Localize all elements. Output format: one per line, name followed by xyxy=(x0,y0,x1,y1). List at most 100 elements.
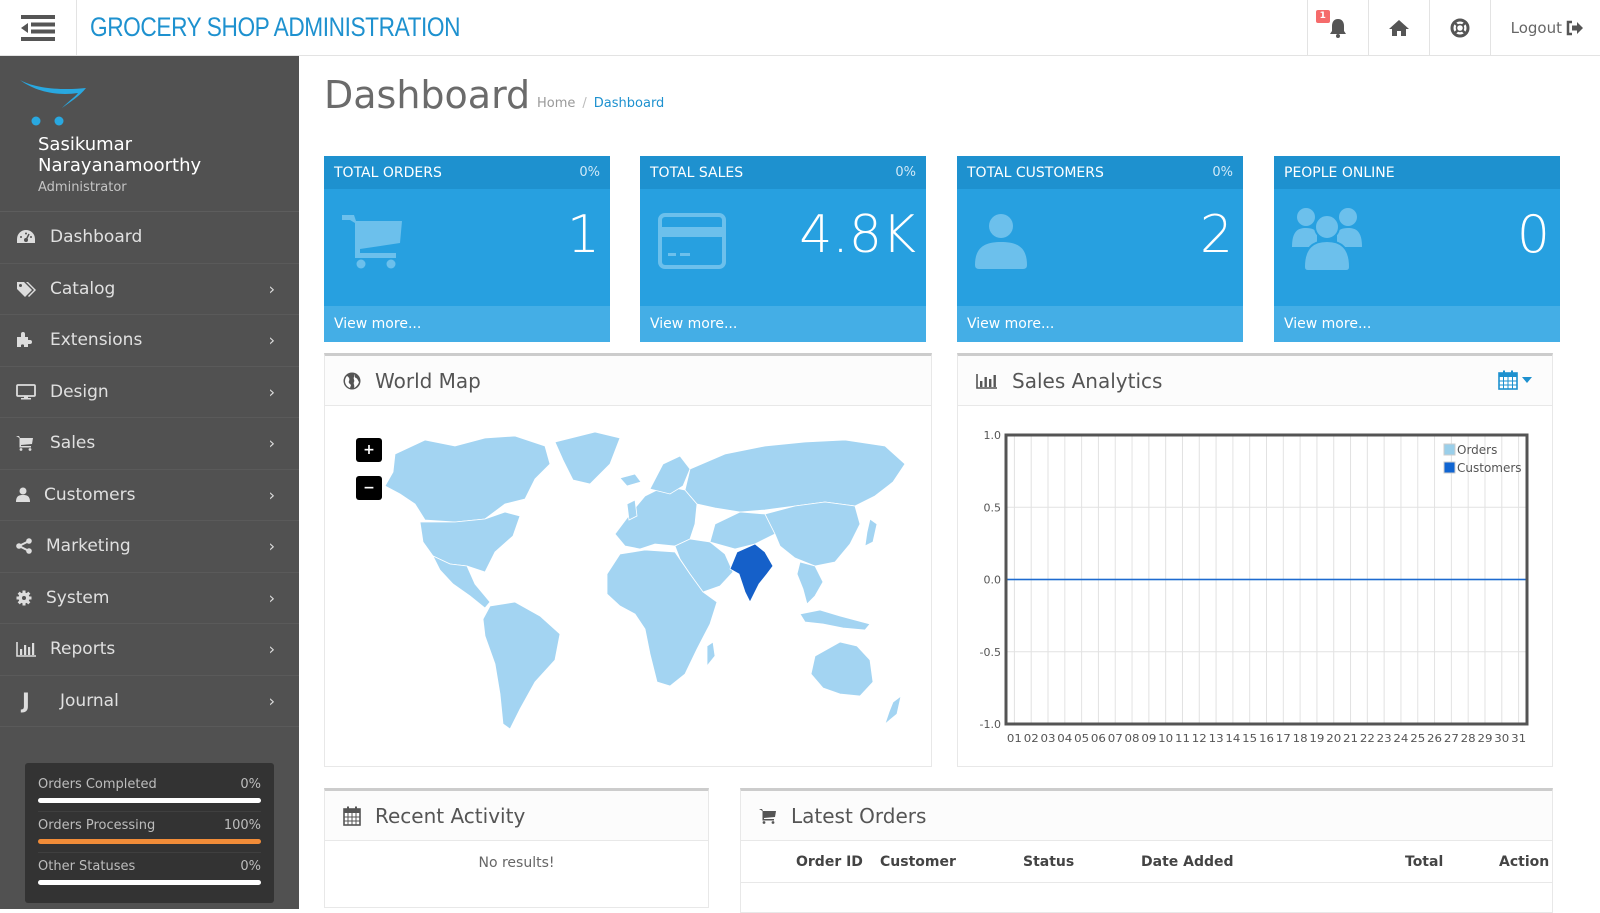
stat-value: 0% xyxy=(240,777,261,792)
chevron-right-icon: › xyxy=(268,536,275,556)
x-tick-label: 20 xyxy=(1326,732,1341,745)
progress-bar xyxy=(38,839,261,844)
sidebar-item-design[interactable]: Design › xyxy=(0,367,299,418)
column-header-date-added[interactable]: Date Added xyxy=(1141,854,1234,870)
page-title: Dashboard xyxy=(324,73,531,117)
home-icon xyxy=(1388,20,1409,36)
map-region-north-america-north[interactable] xyxy=(384,435,551,523)
map-region-uk[interactable] xyxy=(626,499,638,521)
sidebar-item-label: Catalog xyxy=(50,278,116,299)
x-tick-label: 11 xyxy=(1175,732,1190,745)
map-region-madagascar[interactable] xyxy=(706,641,716,668)
column-header-total[interactable]: Total xyxy=(1405,854,1443,870)
stat-value: 100% xyxy=(223,818,261,833)
calendar-icon xyxy=(1498,370,1518,390)
users-icon xyxy=(1292,208,1362,271)
view-more-link[interactable]: View more... xyxy=(640,306,926,342)
help-button[interactable] xyxy=(1428,0,1490,56)
map-region-australia[interactable] xyxy=(810,641,874,697)
sidebar-item-label: Design xyxy=(50,381,109,402)
tile-total-sales[interactable]: TOTAL SALES 0% 4.8K View more... xyxy=(640,156,926,342)
x-tick-label: 27 xyxy=(1444,732,1459,745)
y-tick-label: -0.5 xyxy=(980,646,1001,659)
map-region-greenland[interactable] xyxy=(554,431,621,485)
sidebar-item-marketing[interactable]: Marketing › xyxy=(0,521,299,573)
column-header-status[interactable]: Status xyxy=(1023,854,1074,870)
tile-people-online[interactable]: PEOPLE ONLINE 0 View more... xyxy=(1274,156,1560,342)
column-header-customer[interactable]: Customer xyxy=(880,854,956,870)
map-region-scandinavia[interactable] xyxy=(649,455,691,495)
x-tick-label: 31 xyxy=(1511,732,1526,745)
tile-title: TOTAL ORDERS xyxy=(334,164,442,181)
sidebar-item-extensions[interactable]: Extensions › xyxy=(0,315,299,367)
logout-button[interactable]: Logout xyxy=(1489,0,1600,56)
user-profile: Sasikumar Narayanamoorthy Administrator xyxy=(0,56,299,212)
map-region-iceland[interactable] xyxy=(619,473,642,487)
menu-toggle-button[interactable] xyxy=(0,0,77,56)
sidebar-item-catalog[interactable]: Catalog › xyxy=(0,264,299,315)
sidebar-item-label: System xyxy=(46,587,110,608)
map-region-europe[interactable] xyxy=(614,485,698,550)
bar-chart-icon xyxy=(16,642,36,658)
latest-orders-panel: Latest Orders Order ID Customer Status D… xyxy=(740,788,1553,913)
column-header-order-id[interactable]: Order ID xyxy=(796,854,863,870)
globe-icon xyxy=(343,372,361,389)
map-region-south-america[interactable] xyxy=(482,601,561,730)
stat-orders-processing: Orders Processing 100% xyxy=(38,812,261,853)
tile-total-orders[interactable]: TOTAL ORDERS 0% 1 View more... xyxy=(324,156,610,342)
sidebar-item-label: Reports xyxy=(50,639,116,660)
order-stats-box: Orders Completed 0% Orders Processing 100%… xyxy=(25,763,274,903)
sidebar-item-sales[interactable]: Sales › xyxy=(0,418,299,470)
chevron-right-icon: › xyxy=(268,382,275,402)
notifications-button[interactable]: 1 xyxy=(1306,0,1368,56)
sidebar-item-customers[interactable]: Customers › xyxy=(0,470,299,521)
x-tick-label: 26 xyxy=(1427,732,1442,745)
map-region-east-asia[interactable] xyxy=(764,501,861,567)
credit-card-icon xyxy=(658,213,726,269)
x-tick-label: 17 xyxy=(1276,732,1291,745)
tile-total-customers[interactable]: TOTAL CUSTOMERS 0% 2 View more... xyxy=(957,156,1243,342)
world-map[interactable] xyxy=(345,424,915,744)
tile-percent: 0% xyxy=(579,165,600,180)
breadcrumb-dashboard[interactable]: Dashboard xyxy=(594,96,665,111)
chevron-right-icon: › xyxy=(268,485,275,505)
x-tick-label: 01 xyxy=(1007,732,1022,745)
sidebar-item-label: Extensions xyxy=(50,330,143,351)
y-tick-label: 1.0 xyxy=(984,429,1002,442)
x-tick-label: 08 xyxy=(1125,732,1140,745)
y-tick-label: -1.0 xyxy=(980,718,1001,731)
map-region-india[interactable] xyxy=(729,543,774,603)
home-button[interactable] xyxy=(1367,0,1429,56)
brand-title[interactable]: GROCERY SHOP ADMINISTRATION xyxy=(90,12,461,43)
user-first-name: Sasikumar xyxy=(38,134,133,155)
x-tick-label: 07 xyxy=(1108,732,1123,745)
user-role: Administrator xyxy=(38,180,127,195)
map-region-southeast-asia[interactable] xyxy=(796,561,824,605)
map-region-new-zealand[interactable] xyxy=(884,695,902,726)
map-region-japan[interactable] xyxy=(864,518,878,547)
user-icon xyxy=(975,214,1027,269)
view-more-link[interactable]: View more... xyxy=(324,306,610,342)
stat-label: Orders Processing xyxy=(38,818,156,833)
breadcrumb-home[interactable]: Home xyxy=(537,96,575,111)
empty-message: No results! xyxy=(478,855,555,871)
map-region-russia[interactable] xyxy=(684,439,906,513)
stat-orders-completed: Orders Completed 0% xyxy=(38,771,261,812)
sidebar-item-dashboard[interactable]: Dashboard xyxy=(0,212,299,264)
date-range-dropdown[interactable] xyxy=(1498,370,1532,390)
map-region-indonesia[interactable] xyxy=(799,609,871,631)
main-content: Dashboard Home / Dashboard TOTAL ORDERS 0% … xyxy=(299,56,1600,913)
bell-icon xyxy=(1329,19,1346,38)
sidebar-item-journal[interactable]: J Journal › xyxy=(0,676,299,727)
view-more-link[interactable]: View more... xyxy=(1274,306,1560,342)
x-tick-label: 28 xyxy=(1461,732,1476,745)
sidebar-item-reports[interactable]: Reports › xyxy=(0,624,299,676)
legend-label-orders: Orders xyxy=(1457,443,1497,457)
legend-swatch-orders xyxy=(1443,443,1456,456)
map-region-central-asia[interactable] xyxy=(709,511,776,550)
view-more-link[interactable]: View more... xyxy=(957,306,1243,342)
tags-icon xyxy=(17,281,36,297)
x-tick-label: 09 xyxy=(1141,732,1156,745)
sidebar-item-system[interactable]: System › xyxy=(0,573,299,624)
x-tick-label: 03 xyxy=(1041,732,1056,745)
